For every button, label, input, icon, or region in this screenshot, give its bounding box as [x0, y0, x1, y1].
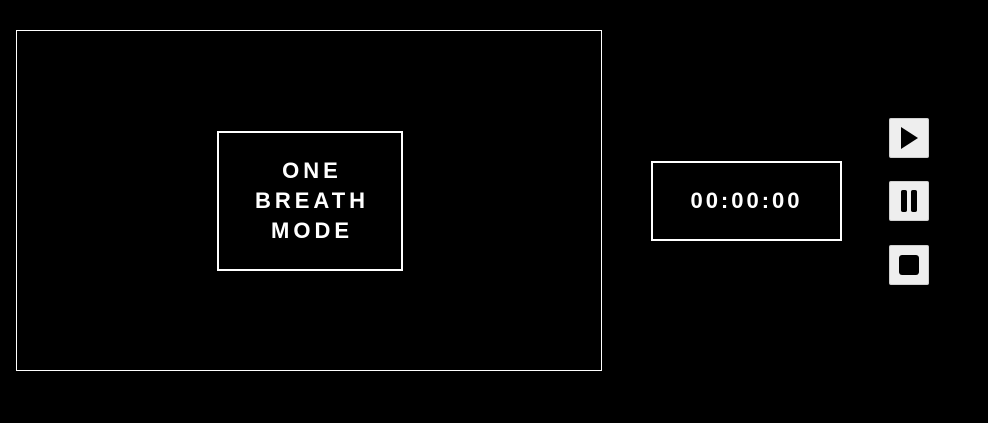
- play-button[interactable]: [889, 118, 929, 158]
- play-icon: [901, 127, 918, 149]
- timer-value: 00:00:00: [690, 188, 803, 213]
- stop-button[interactable]: [889, 245, 929, 285]
- mode-line-2: BREATH: [254, 188, 370, 213]
- mode-label-box: ONE BREATH MODE: [217, 131, 403, 271]
- stop-icon: [899, 255, 919, 275]
- mode-line-3: MODE: [271, 218, 353, 243]
- timer-display: 00:00:00: [651, 161, 842, 241]
- pause-icon: [901, 190, 917, 212]
- pause-button[interactable]: [889, 181, 929, 221]
- mode-line-1: ONE: [282, 158, 342, 183]
